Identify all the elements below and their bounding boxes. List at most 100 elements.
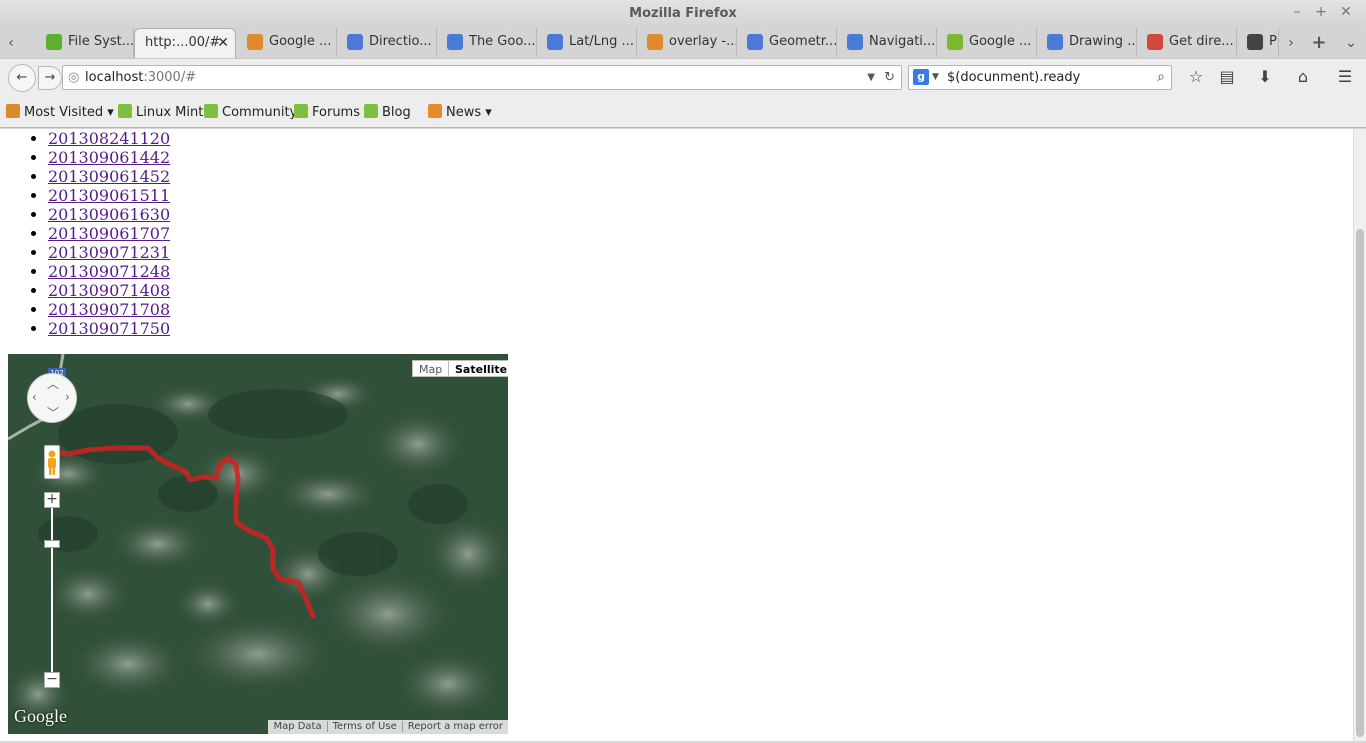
- recording-link[interactable]: 201309071231: [48, 243, 170, 262]
- stackoverflow-icon: [247, 34, 263, 50]
- terms-of-use-link[interactable]: Terms of Use: [326, 721, 402, 732]
- recording-link[interactable]: 201309061707: [48, 224, 170, 243]
- tab-label: http:...00/#: [145, 35, 221, 50]
- zoom-slider-track[interactable]: [51, 500, 53, 680]
- reload-icon[interactable]: ↻: [884, 66, 895, 89]
- bookmark-community[interactable]: Community: [204, 104, 297, 120]
- map-type-map-button[interactable]: Map: [412, 360, 449, 377]
- close-window-icon[interactable]: ✕: [1336, 4, 1356, 20]
- bookmark-forums[interactable]: Forums: [294, 104, 360, 120]
- bookmark-label: News: [446, 105, 482, 120]
- recording-link[interactable]: 201309071708: [48, 300, 170, 319]
- bookmark-most-visited[interactable]: Most Visited ▾: [6, 104, 114, 120]
- recording-link[interactable]: 201309071248: [48, 262, 170, 281]
- recording-link[interactable]: 201309061630: [48, 205, 170, 224]
- tab-6[interactable]: overlay -...: [637, 28, 737, 57]
- list-item: 201309061452: [48, 167, 170, 186]
- tab-4[interactable]: The Goo...: [437, 28, 537, 57]
- recording-link[interactable]: 201308241120: [48, 129, 170, 148]
- bookmark-linux-mint[interactable]: Linux Mint: [118, 104, 203, 120]
- street-view-pegman-icon[interactable]: [44, 445, 60, 479]
- window-title: Mozilla Firefox: [629, 6, 737, 21]
- report-map-error-link[interactable]: Report a map error: [401, 721, 508, 732]
- recording-link[interactable]: 201309071408: [48, 281, 170, 300]
- tab-2[interactable]: Google ...: [237, 28, 337, 57]
- google-maps-api-icon: [447, 34, 463, 50]
- map-canvas[interactable]: 102 Map Satellite ︿ ‹ › ﹀ + − Google Map…: [8, 354, 508, 734]
- pan-right-icon[interactable]: ›: [65, 390, 70, 404]
- close-tab-icon[interactable]: ✕: [217, 29, 229, 57]
- list-item: 201309061511: [48, 186, 170, 205]
- bookmark-star-icon[interactable]: ☆: [1185, 67, 1207, 86]
- bookmark-label: Community: [222, 105, 298, 120]
- pan-down-icon[interactable]: ﹀: [47, 404, 59, 421]
- map-type-satellite-button[interactable]: Satellite: [448, 360, 508, 377]
- bookmarks-toolbar: Most Visited ▾ Linux Mint Community Forums B…: [0, 96, 1366, 128]
- bookmark-label: Most Visited: [24, 105, 104, 120]
- url-input[interactable]: ◎ localhost:3000/# ▼ ↻: [62, 65, 902, 90]
- tab-12[interactable]: Pla: [1237, 28, 1279, 57]
- list-item: 201309061442: [48, 148, 170, 167]
- bookmark-blog[interactable]: Blog: [364, 104, 411, 120]
- minimize-icon[interactable]: –: [1287, 4, 1307, 20]
- search-engine-dropdown-icon[interactable]: ▼: [932, 66, 939, 89]
- list-item: 201309071231: [48, 243, 170, 262]
- google-g-icon: [1147, 34, 1163, 50]
- page-content: 2013082411202013090614422013090614522013…: [0, 129, 1353, 741]
- pan-up-icon[interactable]: ︿: [47, 375, 59, 392]
- zoom-slider-handle[interactable]: [44, 540, 60, 548]
- home-icon[interactable]: ⌂: [1292, 67, 1314, 86]
- recording-link[interactable]: 201309061442: [48, 148, 170, 167]
- back-arrow-icon[interactable]: ←: [8, 64, 36, 92]
- recording-link[interactable]: 201309071750: [48, 319, 170, 338]
- list-item: 201309061707: [48, 224, 170, 243]
- tab-label: Lat/Lng ...: [569, 34, 634, 49]
- page-scrollbar-thumb[interactable]: [1356, 229, 1364, 737]
- pan-control[interactable]: ︿ ‹ › ﹀: [27, 373, 77, 423]
- forward-arrow-icon[interactable]: →: [38, 66, 62, 90]
- satellite-imagery: 102: [8, 354, 508, 734]
- tab-9[interactable]: Google ...: [937, 28, 1037, 57]
- zoom-in-button[interactable]: +: [44, 492, 60, 508]
- url-host: localhost: [85, 70, 144, 85]
- list-all-tabs-icon[interactable]: ⌄: [1340, 32, 1362, 54]
- tab-label: Directio...: [369, 34, 432, 49]
- tab-5[interactable]: Lat/Lng ...: [537, 28, 637, 57]
- tab-0[interactable]: File Syst...: [36, 28, 134, 57]
- recording-link[interactable]: 201309061452: [48, 167, 170, 186]
- tab-scroll-left-icon[interactable]: ‹: [0, 32, 22, 54]
- bookmark-news[interactable]: News ▾: [428, 104, 492, 120]
- tab-label: The Goo...: [469, 34, 536, 49]
- tab-11[interactable]: Get dire...: [1137, 28, 1237, 57]
- tab-scroll-right-icon[interactable]: ›: [1280, 32, 1302, 54]
- maximize-icon[interactable]: +: [1311, 4, 1331, 20]
- menu-hamburger-icon[interactable]: ☰: [1334, 67, 1356, 86]
- recording-link[interactable]: 201309061511: [48, 186, 170, 205]
- pan-left-icon[interactable]: ‹: [32, 390, 37, 404]
- tab-7[interactable]: Geometr...: [737, 28, 837, 57]
- bookmarks-menu-icon[interactable]: ▤: [1216, 67, 1238, 86]
- search-magnifier-icon[interactable]: ⌕: [1157, 66, 1165, 89]
- tab-10[interactable]: Drawing ...: [1037, 28, 1137, 57]
- zoom-out-button[interactable]: −: [44, 672, 60, 688]
- search-input[interactable]: g ▼ $(docunment).ready ⌕: [908, 65, 1172, 90]
- page-scrollbar[interactable]: [1353, 129, 1366, 741]
- tab-1[interactable]: http:...00/# ✕: [134, 28, 236, 58]
- footprints-icon: [1247, 34, 1263, 50]
- google-maps-api-icon: [547, 34, 563, 50]
- tab-label: Drawing ...: [1069, 34, 1137, 49]
- linux-mint-icon: [364, 104, 378, 118]
- new-tab-icon[interactable]: +: [1308, 32, 1330, 54]
- map-data-link[interactable]: Map Data: [268, 721, 326, 732]
- linux-mint-icon: [204, 104, 218, 118]
- dropdown-arrow-icon: ▾: [103, 105, 114, 120]
- map-attribution: Map Data Terms of Use Report a map error: [268, 720, 508, 734]
- recording-list: 2013082411202013090614422013090614522013…: [48, 129, 170, 338]
- url-history-dropdown-icon[interactable]: ▼: [867, 66, 875, 89]
- tab-8[interactable]: Navigati...: [837, 28, 937, 57]
- downloads-icon[interactable]: ⬇: [1254, 67, 1276, 86]
- pegman-figure: [48, 450, 56, 475]
- google-search-engine-icon[interactable]: g: [913, 69, 929, 85]
- tab-3[interactable]: Directio...: [337, 28, 437, 57]
- bookmark-label: Linux Mint: [136, 105, 204, 120]
